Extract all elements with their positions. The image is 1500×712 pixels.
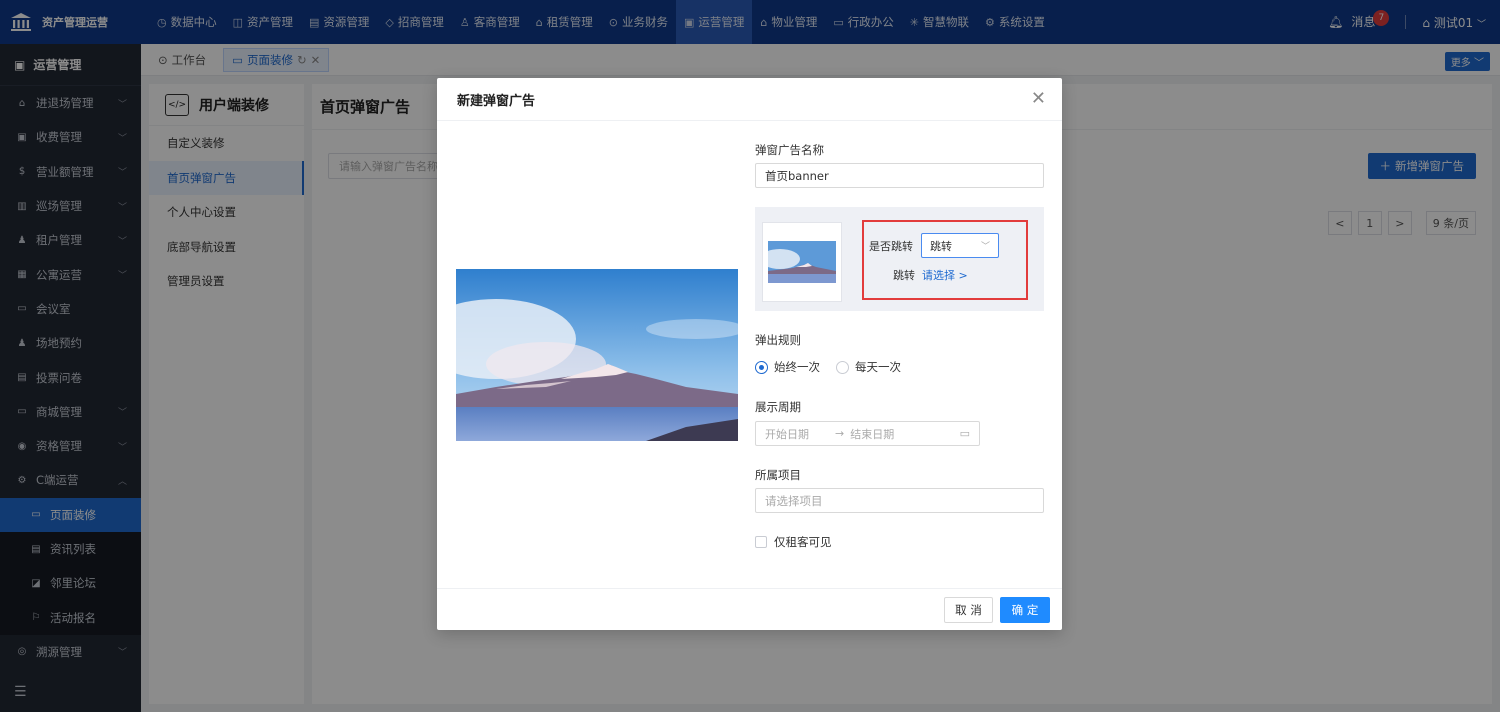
arrow-right-icon: → [835, 427, 845, 440]
ad-image-settings: 是否跳转 跳转 ﹀ 跳转 请选择 > [755, 207, 1044, 311]
tenant-only-checkbox[interactable] [755, 536, 767, 548]
date-range-picker[interactable]: 开始日期 → 结束日期 ▭ [755, 421, 980, 446]
display-period-label: 展示周期 [755, 400, 801, 414]
mountain-landscape-image [456, 269, 738, 441]
chevron-down-icon: ﹀ [980, 242, 990, 252]
jump-settings-highlight: 是否跳转 跳转 ﹀ 跳转 请选择 > [862, 220, 1028, 300]
ad-thumbnail[interactable] [762, 222, 842, 302]
tenant-only-option[interactable]: 仅租客可见 [755, 534, 832, 550]
jump-target-select-link[interactable]: 请选择 > [922, 267, 968, 283]
start-date-input[interactable]: 开始日期 [765, 426, 809, 442]
jump-target-label: 跳转 [893, 269, 915, 282]
radio-daily-once-label[interactable]: 每天一次 [855, 359, 901, 375]
ad-name-input[interactable]: 首页banner [755, 163, 1044, 188]
tenant-only-label: 仅租客可见 [774, 535, 832, 549]
radio-always-once-label[interactable]: 始终一次 [774, 359, 820, 375]
cancel-button[interactable]: 取 消 [944, 597, 993, 623]
jump-select-value: 跳转 [930, 239, 952, 253]
radio-always-once[interactable] [755, 360, 768, 374]
jump-select[interactable]: 跳转 ﹀ [921, 233, 999, 258]
end-date-input[interactable]: 结束日期 [850, 426, 894, 442]
project-select[interactable]: 请选择项目 [755, 488, 1044, 513]
close-icon[interactable]: ✕ [1031, 90, 1046, 108]
ad-name-label: 弹窗广告名称 [755, 143, 824, 157]
jump-toggle-label: 是否跳转 [869, 240, 913, 253]
dialog-footer: 取 消 确 定 [437, 588, 1062, 630]
popup-rule-label: 弹出规则 [755, 333, 801, 347]
dialog-body: 弹窗广告名称 首页banner 是否跳转 跳转 ﹀ 跳转 请选择 > 弹出规则 … [437, 121, 1062, 588]
popup-rule-group: 始终一次 每天一次 [755, 359, 901, 375]
project-label: 所属项目 [755, 468, 801, 482]
dialog-title: 新建弹窗广告 [457, 93, 536, 109]
ad-preview-image [456, 269, 738, 441]
thumbnail-image [768, 241, 836, 283]
confirm-button[interactable]: 确 定 [1000, 597, 1050, 623]
new-popup-ad-dialog: 新建弹窗广告 ✕ 弹窗广告名称 首页banner 是否跳转 跳转 ﹀ 跳转 请选… [437, 78, 1062, 630]
calendar-icon: ▭ [959, 427, 970, 440]
dialog-header: 新建弹窗广告 ✕ [437, 78, 1062, 121]
radio-daily-once[interactable] [836, 360, 849, 374]
